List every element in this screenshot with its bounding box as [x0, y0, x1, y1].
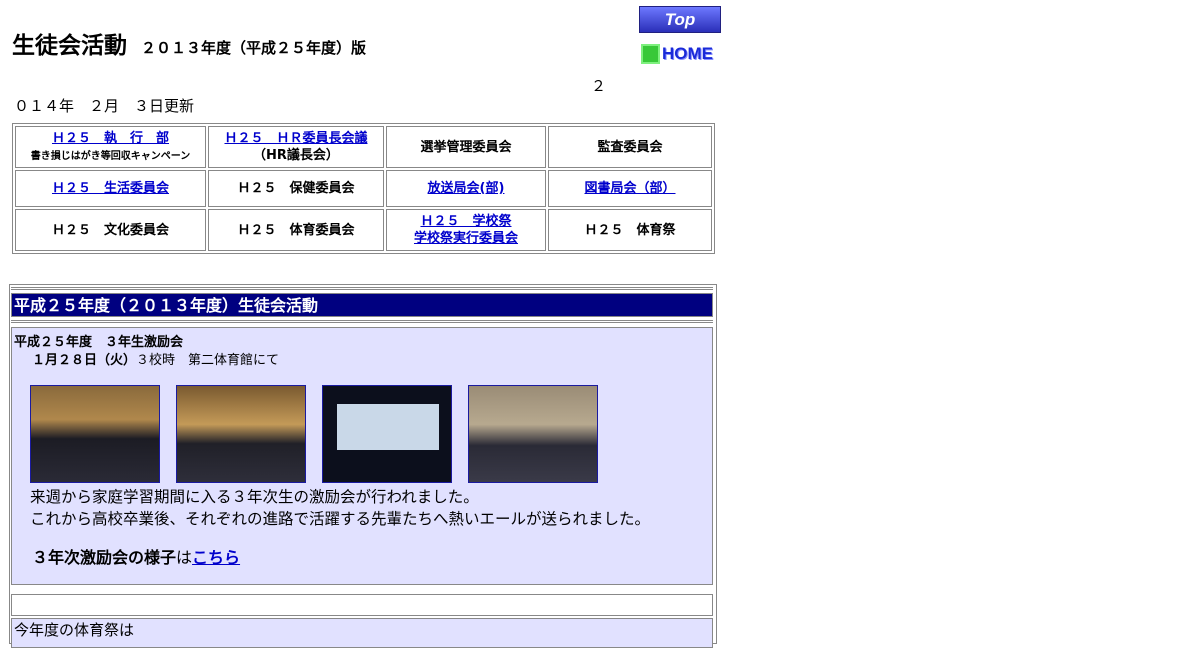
nav-cell-election: 選挙管理委員会: [386, 126, 546, 168]
nav-link-broadcast[interactable]: 放送局会(部): [428, 181, 505, 196]
event-description: 来週から家庭学習期間に入る３年次生の激励会が行われました。 これから高校卒業後、…: [30, 486, 650, 530]
nav-cell-sports-day: Ｈ２５ 体育祭: [548, 209, 712, 251]
event-photo-2[interactable]: [176, 385, 306, 483]
divider: [11, 287, 713, 290]
home-button[interactable]: HOME: [641, 42, 721, 66]
event-date: １月２８日（火）: [32, 353, 137, 368]
home-square-icon: [641, 44, 660, 64]
event-photo-1[interactable]: [30, 385, 160, 483]
nav-cell-library[interactable]: 図書局会（部）: [548, 170, 712, 207]
nav-link-library[interactable]: 図書局会（部）: [584, 181, 675, 196]
nav-cell-life[interactable]: Ｈ２５ 生活委員会: [15, 170, 206, 207]
event-detail-link[interactable]: こちら: [192, 548, 240, 567]
section-heading: 平成２５年度（２０１３年度）生徒会活動: [11, 293, 713, 317]
next-event-row: 今年度の体育祭は: [11, 618, 713, 648]
nav-cell-broadcast[interactable]: 放送局会(部): [386, 170, 546, 207]
nav-cell-culture: Ｈ２５ 文化委員会: [15, 209, 206, 251]
nav-link-festival-committee[interactable]: 学校祭実行委員会: [414, 231, 518, 246]
activities-section: 平成２５年度（２０１３年度）生徒会活動 平成２５年度 ３年生激励会 １月２８日（…: [9, 284, 717, 648]
page-title: 生徒会活動 ２０１３年度（平成２５年度）版: [12, 26, 366, 60]
nav-sub-executive: 書き損じはがき等回収キャンペーン: [30, 150, 191, 162]
event-place: ３校時 第二体育館にて: [136, 353, 280, 368]
nav-cell-health: Ｈ２５ 保健委員会: [208, 170, 384, 207]
committee-nav-table: Ｈ２５ 執 行 部 書き損じはがき等回収キャンペーン Ｈ２５ ＨＲ委員長会議 （…: [12, 123, 715, 254]
nav-link-festival[interactable]: Ｈ２５ 学校祭: [420, 214, 511, 229]
nav-cell-festival[interactable]: Ｈ２５ 学校祭 学校祭実行委員会: [386, 209, 546, 251]
event-title: 平成２５年度 ３年生激励会: [14, 335, 184, 350]
event-link-mid: は: [176, 548, 193, 567]
top-button[interactable]: Top: [639, 6, 721, 33]
page-title-main: 生徒会活動: [12, 33, 127, 59]
nav-cell-hr[interactable]: Ｈ２５ ＨＲ委員長会議 （HR議長会）: [208, 126, 384, 168]
event-photo-4[interactable]: [468, 385, 598, 483]
event-description-line-1: 来週から家庭学習期間に入る３年次生の激励会が行われました。: [30, 488, 479, 506]
update-date-fragment: ２: [591, 77, 607, 95]
home-button-label: HOME: [662, 44, 713, 63]
divider: [11, 320, 713, 323]
page-subtitle: ２０１３年度（平成２５年度）版: [141, 39, 367, 57]
nav-cell-sports: Ｈ２５ 体育委員会: [208, 209, 384, 251]
nav-link-executive[interactable]: Ｈ２５ 執 行 部: [52, 131, 169, 146]
nav-cell-audit: 監査委員会: [548, 126, 712, 168]
nav-link-hr[interactable]: Ｈ２５ ＨＲ委員長会議: [224, 131, 367, 146]
event-panel: 平成２５年度 ３年生激励会 １月２８日（火）３校時 第二体育館にて 来週から家庭…: [11, 327, 713, 585]
nav-sub-hr: （HR議長会）: [253, 148, 339, 163]
nav-cell-executive[interactable]: Ｈ２５ 執 行 部 書き損じはがき等回収キャンペーン: [15, 126, 206, 168]
event-date-line: １月２８日（火）３校時 第二体育館にて: [32, 349, 279, 368]
projection-screen: [337, 404, 439, 450]
event-link-prefix: ３年次激励会の様子: [32, 548, 177, 567]
event-link-line: ３年次激励会の様子はこちら: [32, 544, 240, 568]
event-photo-3[interactable]: [322, 385, 452, 483]
event-description-line-2: これから高校卒業後、それぞれの進路で活躍する先輩たちへ熱いエールが送られました。: [30, 510, 651, 528]
update-date: ０１４年 ２月 ３日更新: [14, 97, 195, 115]
spacer-row: [11, 594, 713, 616]
nav-link-life[interactable]: Ｈ２５ 生活委員会: [52, 181, 169, 196]
